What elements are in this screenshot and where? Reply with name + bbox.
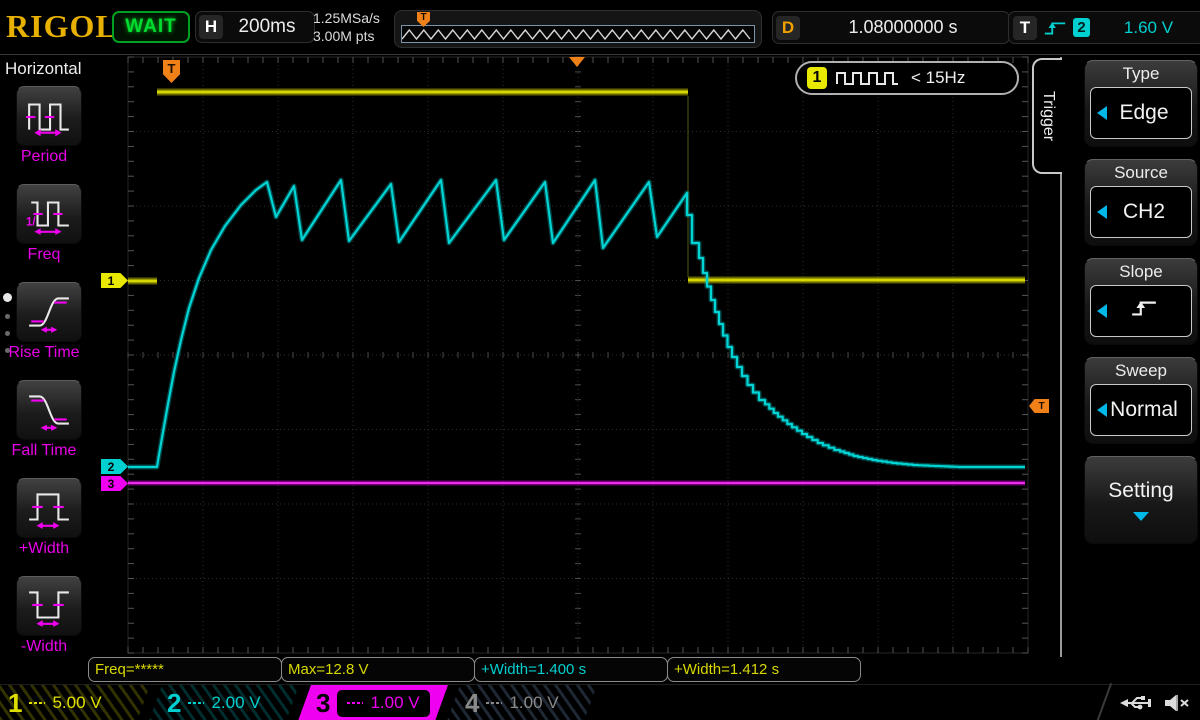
trigger-slope-group[interactable]: Slope bbox=[1084, 258, 1198, 345]
dc-coupling-icon bbox=[188, 702, 204, 704]
channel1-scale: 5.00 V bbox=[52, 693, 101, 713]
channel2-status[interactable]: 2 2.00 V bbox=[149, 685, 299, 720]
slope-label: Slope bbox=[1085, 259, 1197, 284]
oscilloscope-screen: RIGOL WAIT H 200ms 1.25MSa/s 3.00M pts T… bbox=[0, 0, 1200, 720]
channel1-inner: 5.00 V bbox=[29, 693, 101, 713]
setting-label: Setting bbox=[1108, 479, 1173, 503]
channel2-inner: 2.00 V bbox=[188, 693, 260, 713]
left-triangle-icon bbox=[1097, 106, 1107, 120]
channel3-scale: 1.00 V bbox=[370, 693, 419, 713]
channel4-inner: 1.00 V bbox=[486, 693, 558, 713]
measurement-pwidth1: +Width=1.400 s bbox=[474, 657, 668, 682]
left-triangle-icon bbox=[1097, 304, 1107, 318]
rising-edge-icon bbox=[1130, 298, 1158, 318]
sweep-value: Normal bbox=[1107, 398, 1181, 422]
channel1-status[interactable]: 1 5.00 V bbox=[0, 685, 150, 720]
source-label: Source bbox=[1085, 160, 1197, 185]
channel4-scale: 1.00 V bbox=[509, 693, 558, 713]
sweep-label: Sweep bbox=[1085, 358, 1197, 383]
dc-coupling-icon bbox=[486, 702, 502, 704]
sound-off-icon bbox=[1164, 693, 1190, 713]
channel-status-bar: 1 5.00 V 2 2.00 V 3 1.00 V 4 1.00 V bbox=[0, 684, 1200, 720]
menu-tab-trigger: Trigger bbox=[1032, 58, 1062, 174]
trigger-source-group[interactable]: Source CH2 bbox=[1084, 159, 1198, 246]
down-triangle-icon bbox=[1133, 512, 1149, 521]
channel4-status[interactable]: 4 1.00 V bbox=[447, 685, 597, 720]
trigger-type-group[interactable]: Type Edge bbox=[1084, 60, 1198, 147]
source-value: CH2 bbox=[1107, 200, 1181, 224]
slope-value-box[interactable] bbox=[1090, 285, 1192, 337]
channel3-number: 3 bbox=[316, 686, 330, 720]
type-value-box[interactable]: Edge bbox=[1090, 87, 1192, 139]
channel1-number: 1 bbox=[8, 686, 22, 720]
status-icons bbox=[1120, 685, 1190, 720]
graticule-and-traces bbox=[0, 0, 1200, 720]
trigger-frequency-badge: 1 < 15Hz bbox=[795, 61, 1019, 95]
square-wave-icon bbox=[835, 70, 903, 86]
channel2-scale: 2.00 V bbox=[211, 693, 260, 713]
left-triangle-icon bbox=[1097, 403, 1107, 417]
type-label: Type bbox=[1085, 61, 1197, 86]
channel-bar-separator bbox=[1096, 683, 1112, 720]
channel3-inner: 1.00 V bbox=[337, 690, 429, 717]
scope-display: T T 1 2 3 1 < 15Hz Freq=***** Max=12.8 V… bbox=[88, 55, 1030, 684]
measurement-max: Max=12.8 V bbox=[281, 657, 475, 682]
badge-channel-chip: 1 bbox=[807, 67, 827, 89]
channel3-status[interactable]: 3 1.00 V bbox=[298, 685, 448, 720]
delay-center-marker bbox=[569, 57, 585, 67]
channel4-number: 4 bbox=[465, 686, 479, 720]
sweep-value-box[interactable]: Normal bbox=[1090, 384, 1192, 436]
trigger-setting-group[interactable]: Setting bbox=[1084, 456, 1198, 544]
trigger-sweep-group[interactable]: Sweep Normal bbox=[1084, 357, 1198, 444]
type-value: Edge bbox=[1107, 101, 1181, 125]
measurement-freq: Freq=***** bbox=[88, 657, 282, 682]
trigger-menu: Trigger Type Edge Source CH2 Slope bbox=[1030, 55, 1200, 684]
left-triangle-icon bbox=[1097, 205, 1107, 219]
dc-coupling-icon bbox=[347, 702, 363, 704]
badge-frequency-text: < 15Hz bbox=[911, 68, 965, 88]
source-value-box[interactable]: CH2 bbox=[1090, 186, 1192, 238]
measurement-pwidth2: +Width=1.412 s bbox=[667, 657, 861, 682]
slope-value-icon-wrap bbox=[1107, 298, 1181, 324]
usb-icon bbox=[1120, 694, 1154, 712]
dc-coupling-icon bbox=[29, 702, 45, 704]
channel2-number: 2 bbox=[167, 686, 181, 720]
